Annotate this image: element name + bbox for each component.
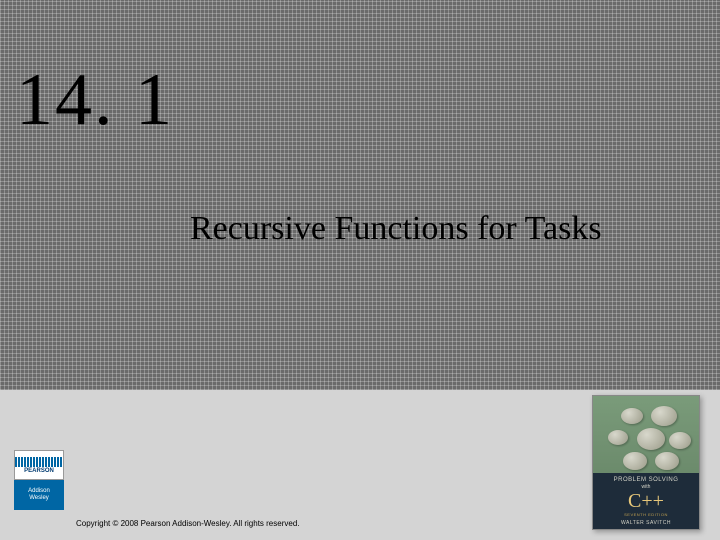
stone-icon: [608, 430, 628, 445]
book-language: C++: [593, 491, 699, 511]
stone-icon: [651, 406, 677, 426]
publisher-name: PEARSON: [24, 468, 54, 474]
stone-icon: [637, 428, 665, 450]
footer-area: PEARSON Addison Wesley PROBLEM SOLVING w…: [0, 390, 720, 540]
section-title: Recursive Functions for Tasks: [190, 210, 602, 248]
book-title-line1: PROBLEM SOLVING: [593, 477, 699, 483]
stone-icon: [669, 432, 691, 449]
book-title-block: PROBLEM SOLVING with C++ SEVENTH EDITION…: [593, 473, 699, 529]
imprint-line2: Wesley: [29, 495, 49, 502]
stone-icon: [623, 452, 647, 470]
pearson-logo-top: PEARSON: [14, 450, 64, 480]
pearson-logo: PEARSON Addison Wesley: [14, 450, 64, 512]
stones-illustration: [593, 404, 699, 474]
imprint-line1: Addison: [28, 488, 50, 495]
stone-icon: [655, 452, 679, 470]
book-author: WALTER SAVITCH: [593, 520, 699, 526]
pearson-logo-bottom: Addison Wesley: [14, 480, 64, 510]
pearson-stripes-icon: [15, 457, 63, 467]
section-number: 14. 1: [16, 58, 174, 143]
copyright-text: Copyright © 2008 Pearson Addison-Wesley.…: [76, 519, 300, 528]
book-cover: PROBLEM SOLVING with C++ SEVENTH EDITION…: [592, 395, 700, 530]
book-edition: SEVENTH EDITION: [593, 512, 699, 517]
stone-icon: [621, 408, 643, 424]
